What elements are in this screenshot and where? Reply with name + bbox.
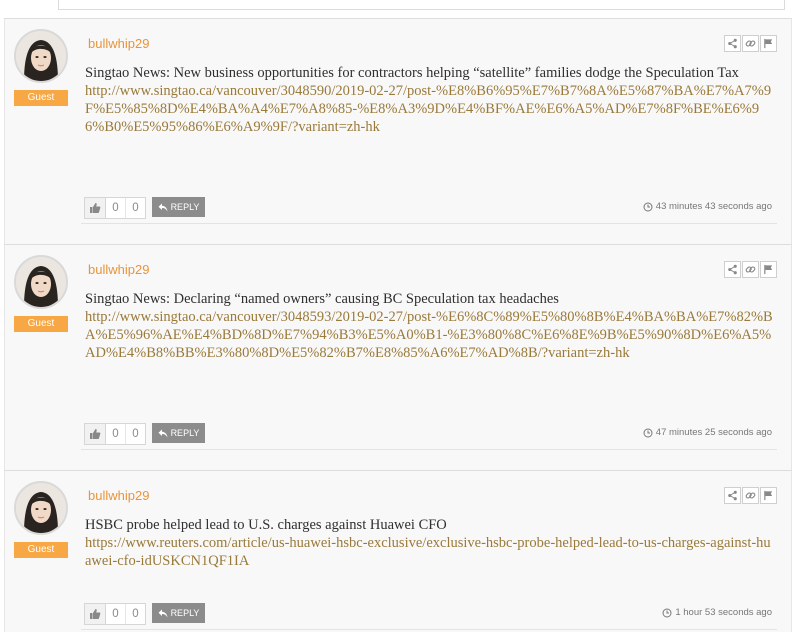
- guest-badge: Guest: [14, 316, 68, 332]
- comment-text: Singtao News: Declaring “named owners” c…: [85, 291, 559, 307]
- comment-text: HSBC probe helped lead to U.S. charges a…: [85, 517, 447, 533]
- reply-button[interactable]: REPLY: [152, 603, 205, 623]
- comment-item: Guest bullwhip29 HSBC probe helped lead …: [4, 470, 792, 632]
- share-icon[interactable]: [724, 487, 741, 504]
- comment-footer: 0 0 REPLY 43 minutes 43 seconds ago: [81, 197, 777, 224]
- dislike-count: 0: [125, 604, 145, 624]
- vote-group: 0 0: [84, 197, 146, 219]
- reply-label: REPLY: [170, 608, 200, 618]
- reply-label: REPLY: [170, 202, 200, 212]
- dislike-count: 0: [125, 424, 145, 444]
- vote-group: 0 0: [84, 603, 146, 625]
- share-icon[interactable]: [724, 35, 741, 52]
- flag-icon[interactable]: [760, 487, 777, 504]
- like-count: 0: [112, 608, 119, 620]
- comment-footer: 0 0 REPLY 47 minutes 25 seconds ago: [81, 423, 777, 450]
- author-name[interactable]: bullwhip29: [88, 36, 149, 51]
- clock-icon: [643, 202, 653, 211]
- avatar-image: [16, 257, 66, 307]
- comment-body: Singtao News: Declaring “named owners” c…: [85, 290, 775, 362]
- reply-arrow-icon: [158, 429, 168, 437]
- flag-icon[interactable]: [760, 35, 777, 52]
- timestamp-text: 1 hour 53 seconds ago: [675, 607, 772, 618]
- link-icon[interactable]: [742, 35, 759, 52]
- guest-badge: Guest: [14, 542, 68, 558]
- guest-badge: Guest: [14, 90, 68, 106]
- comment-tools: [723, 35, 777, 52]
- comment-item: Guest bullwhip29 Singtao News: New busin…: [4, 18, 792, 244]
- reply-arrow-icon: [158, 203, 168, 211]
- avatar[interactable]: [14, 481, 68, 535]
- comment-body: Singtao News: New business opportunities…: [85, 64, 775, 136]
- timestamp: 43 minutes 43 seconds ago: [643, 201, 772, 212]
- clock-icon: [662, 608, 672, 617]
- author-name[interactable]: bullwhip29: [88, 262, 149, 277]
- avatar[interactable]: [14, 29, 68, 83]
- share-icon[interactable]: [724, 261, 741, 278]
- comment-body: HSBC probe helped lead to U.S. charges a…: [85, 516, 775, 570]
- timestamp-text: 47 minutes 25 seconds ago: [655, 427, 772, 438]
- comment-tools: [723, 261, 777, 278]
- thumbs-up-icon[interactable]: [85, 198, 106, 218]
- reply-label: REPLY: [170, 428, 200, 438]
- comment-footer: 0 0 REPLY 1 hour 53 seconds ago: [81, 603, 777, 630]
- timestamp-text: 43 minutes 43 seconds ago: [655, 201, 772, 212]
- reply-button[interactable]: REPLY: [152, 423, 205, 443]
- timestamp: 1 hour 53 seconds ago: [662, 607, 772, 618]
- link-icon[interactable]: [742, 261, 759, 278]
- avatar[interactable]: [14, 255, 68, 309]
- like-count: 0: [112, 202, 119, 214]
- author-name[interactable]: bullwhip29: [88, 488, 149, 503]
- reply-button[interactable]: REPLY: [152, 197, 205, 217]
- like-count: 0: [112, 428, 119, 440]
- comment-tools: [723, 487, 777, 504]
- avatar-image: [16, 31, 66, 81]
- comment-text: Singtao News: New business opportunities…: [85, 65, 739, 81]
- vote-group: 0 0: [84, 423, 146, 445]
- clock-icon: [643, 428, 653, 437]
- avatar-image: [16, 483, 66, 533]
- thumbs-up-icon[interactable]: [85, 424, 106, 444]
- link-icon[interactable]: [742, 487, 759, 504]
- dislike-count: 0: [125, 198, 145, 218]
- comment-link[interactable]: https://www.reuters.com/article/us-huawe…: [85, 534, 775, 570]
- reply-arrow-icon: [158, 609, 168, 617]
- comment-list: Guest bullwhip29 Singtao News: New busin…: [4, 18, 792, 632]
- flag-icon[interactable]: [760, 261, 777, 278]
- comment-link[interactable]: http://www.singtao.ca/vancouver/3048593/…: [85, 308, 775, 362]
- thumbs-up-icon[interactable]: [85, 604, 106, 624]
- comment-link[interactable]: http://www.singtao.ca/vancouver/3048590/…: [85, 82, 775, 136]
- comment-item: Guest bullwhip29 Singtao News: Declaring…: [4, 244, 792, 470]
- previous-comment-box: [58, 0, 785, 10]
- timestamp: 47 minutes 25 seconds ago: [643, 427, 772, 438]
